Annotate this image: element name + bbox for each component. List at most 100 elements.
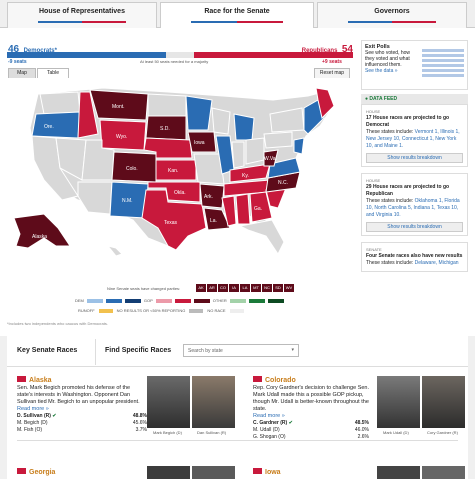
label-la: La.: [210, 218, 217, 224]
tab-house[interactable]: House of Representatives: [7, 2, 157, 28]
changed-state-ak: AK: [196, 284, 206, 292]
changed-state-nc: NC: [262, 284, 272, 292]
legend-runoff-label: RUNOFF: [78, 308, 95, 313]
tab-senate[interactable]: Race for the Senate: [160, 2, 314, 28]
photo-caption-gardner: Cory Gardner (R): [427, 430, 458, 435]
changed-state-wv: WV: [284, 284, 294, 292]
label-texas: Texas: [164, 220, 178, 226]
candidate-photo: [147, 466, 190, 479]
tab-governors[interactable]: Governors: [317, 2, 467, 28]
label-mont: Mont.: [112, 104, 125, 110]
label-colo: Colo.: [126, 166, 138, 172]
label-ga: Ga.: [254, 206, 262, 212]
feed-item: HOUSE 29 House races are projected to go…: [361, 173, 468, 236]
state-new-jersey: [293, 137, 305, 155]
seat-bar: [7, 52, 353, 58]
majority-note: At least 50 seats needed for a majority: [140, 59, 209, 64]
candidate-row: D. Sullivan (R) ✔ 48.8%: [17, 413, 147, 419]
label-iowa: Iowa: [194, 140, 205, 146]
data-feed: ● DATA FEED HOUSE 17 House races are pro…: [361, 94, 468, 330]
feed-item: HOUSE 17 House races are projected to go…: [361, 104, 468, 167]
find-races-title[interactable]: Find Specific Races: [105, 347, 171, 354]
feed-dot-icon: ●: [365, 96, 369, 102]
legend-dem-label: DEM: [75, 298, 84, 303]
candidate-photo: [422, 466, 465, 479]
candidate-row: M. Udall (D) 46.0%: [253, 427, 369, 433]
alaska-state-icon: [17, 376, 26, 382]
georgia-state-icon: [17, 468, 26, 474]
label-kan: Kan.: [168, 168, 178, 174]
candidate-row: M. Begich (D) 45.6%: [17, 420, 147, 426]
changed-state-mt: MT: [251, 284, 261, 292]
changed-state-ia: IA: [229, 284, 239, 292]
data-feed-header: ● DATA FEED: [361, 94, 468, 104]
candidate-row: C. Gardner (R) ✔ 48.5%: [253, 420, 369, 426]
label-ark: Ark.: [204, 194, 213, 200]
changed-state-co: CO: [218, 284, 228, 292]
race-card-iowa: Iowa: [253, 468, 281, 477]
label-wva: W.Va.: [264, 156, 277, 162]
label-alaska: Alaska: [32, 234, 47, 240]
state-wisconsin: [211, 107, 231, 135]
footnote: *Includes two independents who caucus wi…: [7, 321, 108, 326]
candidate-photo: [377, 466, 420, 479]
state-indiana: [231, 141, 245, 169]
photo-caption-udall: Mark Udall (D): [383, 430, 409, 435]
chevron-down-icon: ▾: [291, 347, 294, 353]
state-search-select[interactable]: Search by state ▾: [183, 344, 299, 357]
label-okla: Okla.: [174, 190, 186, 196]
race-card-alaska: Alaska Sen. Mark Begich promoted his def…: [17, 376, 147, 433]
state-alabama: [235, 193, 251, 225]
state-michigan: [233, 113, 255, 141]
state-washington: [39, 91, 81, 115]
race-card-colorado: Colorado Rep. Cory Gardner's decision to…: [253, 376, 370, 440]
state-oregon: [31, 111, 81, 139]
show-results-button[interactable]: Show results breakdown: [366, 153, 463, 163]
state-minnesota: [185, 95, 213, 131]
colorado-state-icon: [253, 376, 262, 382]
exit-polls-text: See who voted, how they voted and what i…: [365, 50, 411, 68]
dem-change: -9 seats: [8, 59, 27, 65]
legend-gop-label: GOP: [143, 298, 153, 303]
check-icon: ✔: [52, 413, 57, 419]
label-wyo: Wyo.: [116, 134, 127, 140]
legend-no-results-label: NO RESULTS OR <50% REPORTING: [116, 308, 186, 313]
race-tabs: House of Representatives Race for the Se…: [0, 0, 475, 28]
check-icon: ✔: [288, 420, 293, 426]
label-ky: Ky.: [242, 173, 249, 179]
candidate-photo-sullivan: [192, 376, 235, 428]
key-races-title[interactable]: Key Senate Races: [17, 347, 77, 354]
label-sd: S.D.: [160, 126, 170, 132]
candidate-photo-udall: [377, 376, 420, 428]
candidate-row: M. Fish (O) 3.7%: [17, 427, 147, 433]
read-more-link[interactable]: Read more »: [17, 406, 147, 413]
iowa-state-icon: [253, 468, 262, 474]
race-card-georgia: Georgia: [17, 468, 55, 477]
label-ore: Ore.: [44, 124, 54, 130]
changed-state-ar: AR: [207, 284, 217, 292]
legend-no-race-label: NO RACE: [207, 308, 226, 313]
state-pennsylvania: [263, 131, 293, 149]
changed-state-la: LA: [240, 284, 250, 292]
state-north-dakota: [147, 93, 187, 117]
map-legend: DEM GOP OTHER: [75, 298, 355, 303]
map-legend-2: RUNOFF NO RESULTS OR <50% REPORTING NO R…: [78, 308, 244, 313]
photo-caption-sullivan: Dan Sullivan (R): [197, 430, 227, 435]
senate-map: Mont. Ore. Wyo. S.D. Colo. Kan. Okla. N.…: [8, 78, 353, 263]
candidate-photo-gardner: [422, 376, 465, 428]
changed-states: AK AR CO IA LA MT NC SD WV: [196, 284, 294, 292]
state-ohio: [245, 137, 265, 165]
read-more-link[interactable]: Read more »: [253, 413, 369, 420]
show-results-button[interactable]: Show results breakdown: [366, 222, 463, 232]
key-races-section: Key Senate Races Find Specific Races Sea…: [0, 336, 475, 479]
exit-polls-box: Exit Polls See who voted, how they voted…: [361, 40, 468, 90]
label-nm: N.M.: [122, 198, 133, 204]
photo-caption-begich: Mark Begich (D): [153, 430, 182, 435]
rep-change: +9 seats: [322, 59, 342, 65]
changed-parties-label: Nine Senate seats have changed parties:: [107, 286, 181, 291]
exit-polls-thumbnail: [422, 49, 464, 77]
feed-item: SENATE Four Senate races also have new r…: [361, 242, 468, 272]
legend-other-label: OTHER: [212, 298, 227, 303]
candidate-photo-begich: [147, 376, 190, 428]
label-nc: N.C.: [278, 180, 288, 186]
